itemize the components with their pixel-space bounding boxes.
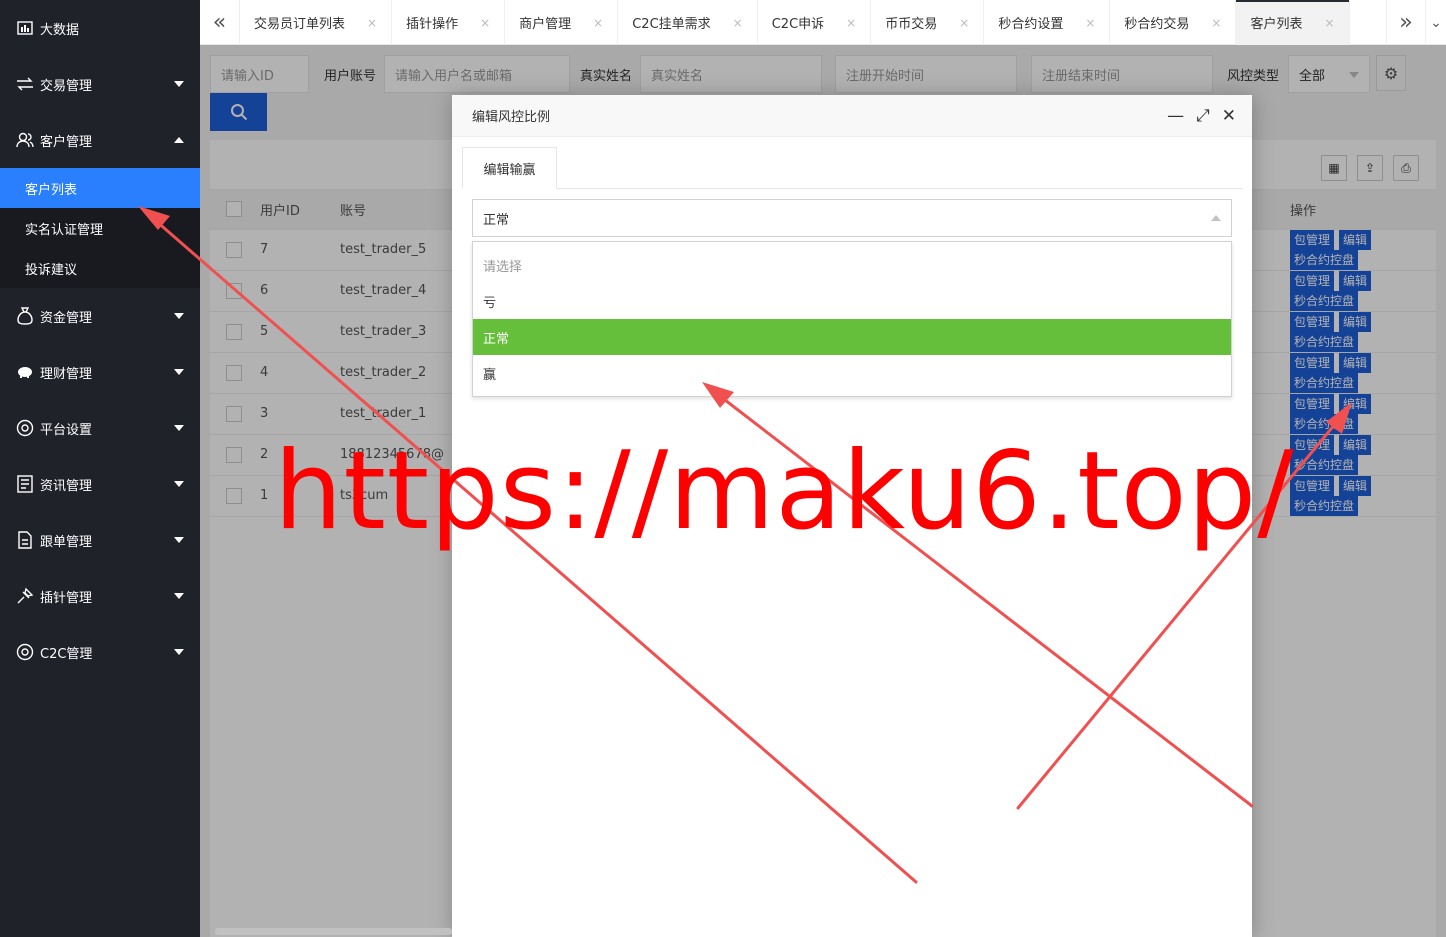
tab-label: 秒合约交易 bbox=[1124, 17, 1190, 32]
watermark-text: https://maku6.top/ bbox=[274, 429, 1295, 554]
tab-contract-settings[interactable]: 秒合约设置 × bbox=[984, 0, 1111, 45]
tab-contract-trade[interactable]: 秒合约交易 × bbox=[1110, 0, 1237, 45]
exchange-icon bbox=[15, 74, 35, 94]
moneybag-icon bbox=[15, 306, 35, 326]
chevron-down-icon bbox=[174, 481, 184, 487]
win-loss-select[interactable]: 正常 bbox=[472, 199, 1232, 237]
sidebar: 大数据 交易管理 客户管理 客户列表 实名认证管理 投诉建议 资金管理 理财管理 bbox=[0, 0, 200, 937]
nav-label: 大数据 bbox=[40, 22, 80, 38]
sidebar-item-customer-list[interactable]: 客户列表 bbox=[0, 168, 200, 208]
nav-label: 理财管理 bbox=[40, 366, 93, 382]
close-icon[interactable]: × bbox=[959, 16, 969, 30]
tab-edit-win-loss[interactable]: 编辑输赢 bbox=[462, 147, 557, 189]
close-icon[interactable]: × bbox=[593, 16, 603, 30]
modal-header: 编辑风控比例 — ⤢ ✕ bbox=[452, 95, 1252, 137]
nav-label: 平台设置 bbox=[40, 422, 93, 438]
tab-trader-orders[interactable]: 交易员订单列表 × bbox=[240, 0, 393, 45]
chevron-down-icon bbox=[174, 537, 184, 543]
nav-big-data[interactable]: 大数据 bbox=[0, 0, 200, 56]
option-win[interactable]: 赢 bbox=[473, 355, 1231, 391]
chevron-down-icon bbox=[174, 313, 184, 319]
horizontal-scrollbar[interactable] bbox=[215, 928, 452, 935]
chart-icon bbox=[15, 18, 35, 38]
tab-bar: « 交易员订单列表 × 插针操作 × 商户管理 × C2C挂单需求 × C2C申诉 × 币… bbox=[200, 0, 1446, 45]
nav-label: 资金管理 bbox=[40, 310, 93, 326]
nav-copy-trading[interactable]: 跟单管理 bbox=[0, 512, 200, 568]
tabs-scroll-left-icon[interactable]: « bbox=[200, 0, 240, 45]
nav-label: 客户管理 bbox=[40, 134, 93, 150]
piggy-icon bbox=[15, 362, 35, 382]
chevron-down-icon bbox=[174, 649, 184, 655]
tab-label: 币币交易 bbox=[885, 17, 938, 32]
tab-label: C2C挂单需求 bbox=[632, 17, 711, 32]
tab-label: 客户列表 bbox=[1250, 17, 1303, 32]
close-icon[interactable]: × bbox=[733, 16, 743, 30]
nav-label: 插针管理 bbox=[40, 590, 93, 606]
tab-pin-operation[interactable]: 插针操作 × bbox=[392, 0, 506, 45]
pin-icon bbox=[15, 586, 35, 606]
tabs-scroll-right-icon[interactable]: » bbox=[1386, 0, 1426, 45]
tab-label: 商户管理 bbox=[519, 17, 572, 32]
nav-label: 跟单管理 bbox=[40, 534, 93, 550]
option-normal[interactable]: 正常 bbox=[473, 319, 1231, 355]
nav-platform-settings[interactable]: 平台设置 bbox=[0, 400, 200, 456]
close-icon[interactable]: × bbox=[1211, 16, 1221, 30]
nav-finance-management[interactable]: 理财管理 bbox=[0, 344, 200, 400]
tab-c2c-orders[interactable]: C2C挂单需求 × bbox=[618, 0, 758, 45]
tab-controls: » ⌄ bbox=[1386, 0, 1446, 45]
nav-trade-management[interactable]: 交易管理 bbox=[0, 56, 200, 112]
nav-label: 资讯管理 bbox=[40, 478, 93, 494]
nav-customer-management[interactable]: 客户管理 bbox=[0, 112, 200, 168]
nav-label: 交易管理 bbox=[40, 78, 93, 94]
sidebar-item-realname-auth[interactable]: 实名认证管理 bbox=[0, 208, 200, 248]
tab-coin-trade[interactable]: 币币交易 × bbox=[871, 0, 985, 45]
document-icon bbox=[15, 530, 35, 550]
tab-merchant[interactable]: 商户管理 × bbox=[505, 0, 619, 45]
close-icon[interactable]: × bbox=[1085, 16, 1095, 30]
nav-c2c-management[interactable]: C2C管理 bbox=[0, 624, 200, 680]
c2c-icon bbox=[15, 642, 35, 662]
tab-label: 秒合约设置 bbox=[998, 17, 1064, 32]
sidebar-item-complaints[interactable]: 投诉建议 bbox=[0, 248, 200, 288]
customer-submenu: 客户列表 实名认证管理 投诉建议 bbox=[0, 168, 200, 288]
close-icon[interactable]: × bbox=[367, 16, 377, 30]
close-icon[interactable]: × bbox=[1324, 16, 1334, 30]
chevron-down-icon[interactable]: ⌄ bbox=[1426, 0, 1446, 45]
users-icon bbox=[15, 130, 35, 150]
news-icon bbox=[15, 474, 35, 494]
maximize-icon[interactable]: ⤢ bbox=[1196, 106, 1210, 126]
caret-up-icon bbox=[1211, 215, 1221, 221]
nav-pin-management[interactable]: 插针管理 bbox=[0, 568, 200, 624]
modal-controls: — ⤢ ✕ bbox=[1167, 95, 1236, 137]
tab-label: 交易员订单列表 bbox=[254, 17, 346, 32]
modal-tab-bar: 编辑输赢 bbox=[462, 147, 1242, 189]
tab-customer-list[interactable]: 客户列表 × bbox=[1236, 0, 1350, 45]
chevron-down-icon bbox=[174, 425, 184, 431]
tab-label: C2C申诉 bbox=[771, 17, 825, 32]
nav-news-management[interactable]: 资讯管理 bbox=[0, 456, 200, 512]
modal-title: 编辑风控比例 bbox=[472, 110, 551, 125]
close-icon[interactable]: × bbox=[846, 16, 856, 30]
chevron-down-icon bbox=[174, 369, 184, 375]
minimize-icon[interactable]: — bbox=[1167, 106, 1184, 126]
tab-label: 插针操作 bbox=[406, 17, 459, 32]
option-loss[interactable]: 亏 bbox=[473, 283, 1231, 319]
nav-label: C2C管理 bbox=[40, 646, 93, 662]
chevron-up-icon bbox=[174, 137, 184, 143]
close-icon[interactable]: × bbox=[480, 16, 490, 30]
chevron-down-icon bbox=[174, 81, 184, 87]
select-value: 正常 bbox=[483, 212, 510, 228]
settings-circle-icon bbox=[15, 418, 35, 438]
chevron-down-icon bbox=[174, 593, 184, 599]
nav-funds-management[interactable]: 资金管理 bbox=[0, 288, 200, 344]
option-placeholder[interactable]: 请选择 bbox=[473, 247, 1231, 283]
win-loss-dropdown: 请选择 亏 正常 赢 bbox=[472, 241, 1232, 397]
tab-c2c-appeal[interactable]: C2C申诉 × bbox=[758, 0, 872, 45]
close-icon[interactable]: ✕ bbox=[1222, 106, 1236, 126]
